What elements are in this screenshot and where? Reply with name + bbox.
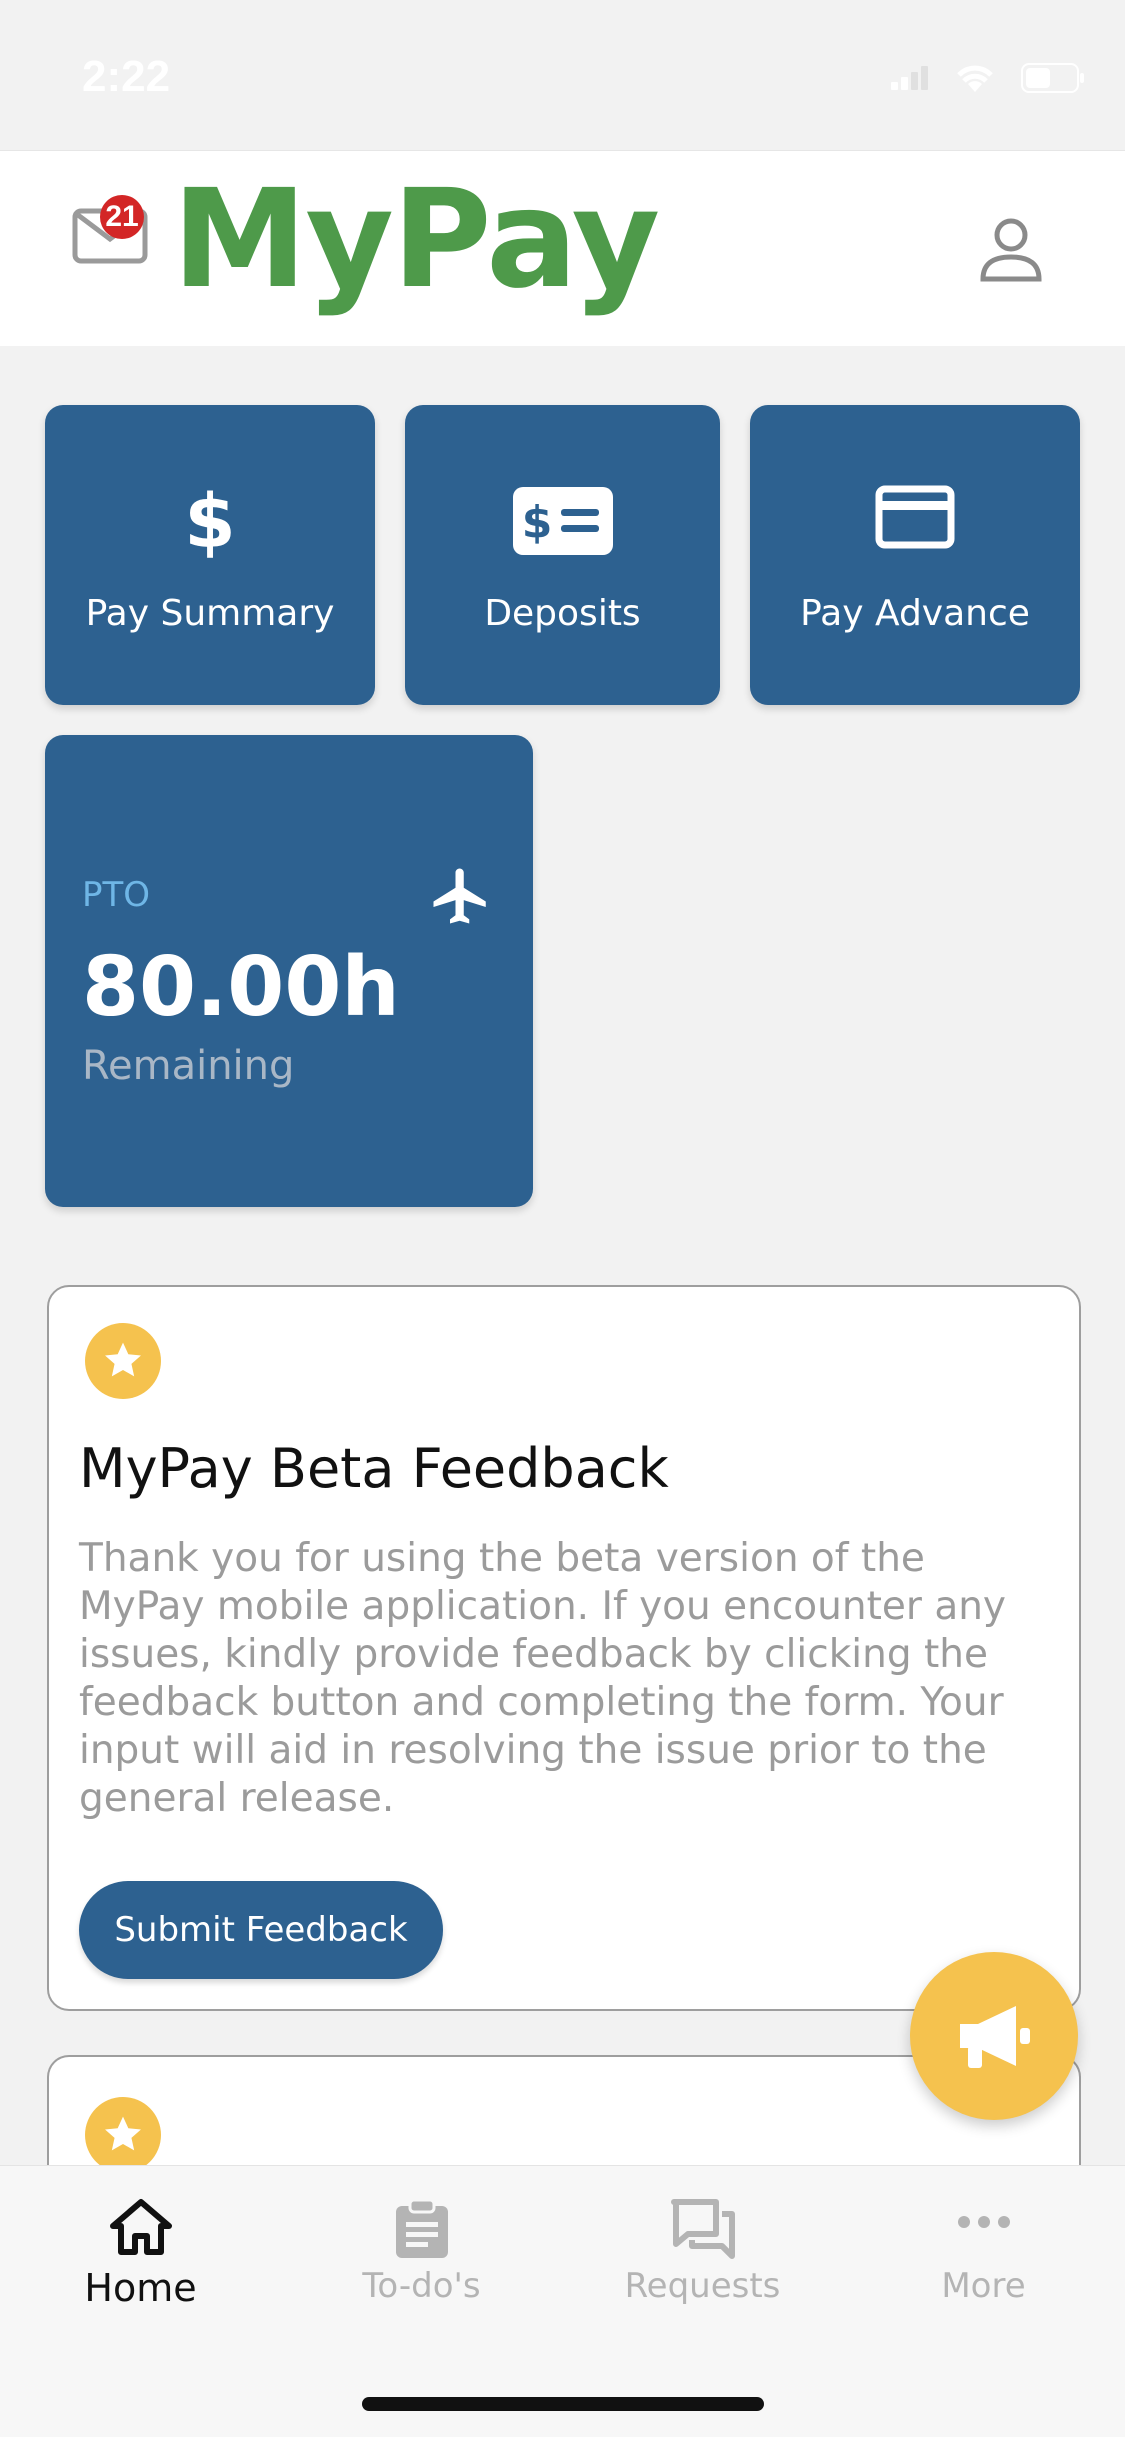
pto-label: PTO [82, 875, 151, 915]
tile-deposits[interactable]: $ Deposits [405, 405, 720, 705]
tab-todos[interactable]: To-do's [281, 2166, 562, 2356]
tile-deposits-label: Deposits [484, 593, 641, 634]
credit-card-icon [875, 485, 955, 554]
user-icon [980, 218, 1042, 282]
submit-feedback-button[interactable]: Submit Feedback [79, 1881, 443, 1979]
tab-requests[interactable]: Requests [562, 2166, 843, 2356]
tile-pto[interactable]: PTO 80.00h Remaining [45, 735, 533, 1207]
tile-pay-advance-label: Pay Advance [800, 593, 1030, 634]
tile-pay-advance[interactable]: Pay Advance [750, 405, 1080, 705]
chat-icon [670, 2198, 736, 2265]
tab-more[interactable]: More [843, 2166, 1124, 2356]
star-icon [85, 1323, 161, 1399]
tab-home-label: Home [84, 2266, 197, 2310]
tab-home[interactable]: Home [0, 2166, 281, 2356]
feedback-fab[interactable] [910, 1952, 1078, 2120]
app-logo: MyPay [172, 161, 660, 319]
tile-pay-summary-label: Pay Summary [85, 593, 335, 634]
home-icon [109, 2198, 173, 2261]
clipboard-icon [394, 2198, 450, 2265]
mail-count-badge: 21 [100, 195, 144, 239]
more-icon [957, 2214, 1011, 2235]
inbox-button[interactable]: 21 [72, 195, 152, 269]
deposit-icon: $ [511, 485, 615, 562]
feedback-card: MyPay Beta Feedback Thank you for using … [47, 1285, 1081, 2011]
megaphone-icon [960, 2006, 1030, 2068]
pto-remaining-label: Remaining [82, 1043, 295, 1089]
home-indicator [362, 2397, 764, 2411]
wifi-icon [957, 65, 993, 92]
tab-more-label: More [941, 2266, 1026, 2306]
profile-button[interactable] [975, 213, 1047, 285]
feedback-card-body: Thank you for using the beta version of … [79, 1536, 1007, 1821]
battery-icon [1021, 63, 1084, 93]
svg-text:$: $ [521, 497, 552, 548]
tab-requests-label: Requests [624, 2266, 781, 2306]
status-icons [889, 62, 1085, 94]
signal-icon [891, 66, 928, 90]
dollar-icon: $ [184, 479, 236, 565]
airplane-icon [428, 863, 494, 934]
tile-pay-summary[interactable]: $ Pay Summary [45, 405, 375, 705]
pto-value: 80.00h [82, 940, 400, 1035]
feedback-card-title: MyPay Beta Feedback [79, 1437, 669, 1500]
status-bar: 2:22 [0, 0, 1125, 150]
tab-todos-label: To-do's [362, 2266, 481, 2306]
status-time: 2:22 [82, 52, 171, 101]
star-icon [85, 2097, 161, 2173]
svg-text:$: $ [186, 485, 234, 559]
